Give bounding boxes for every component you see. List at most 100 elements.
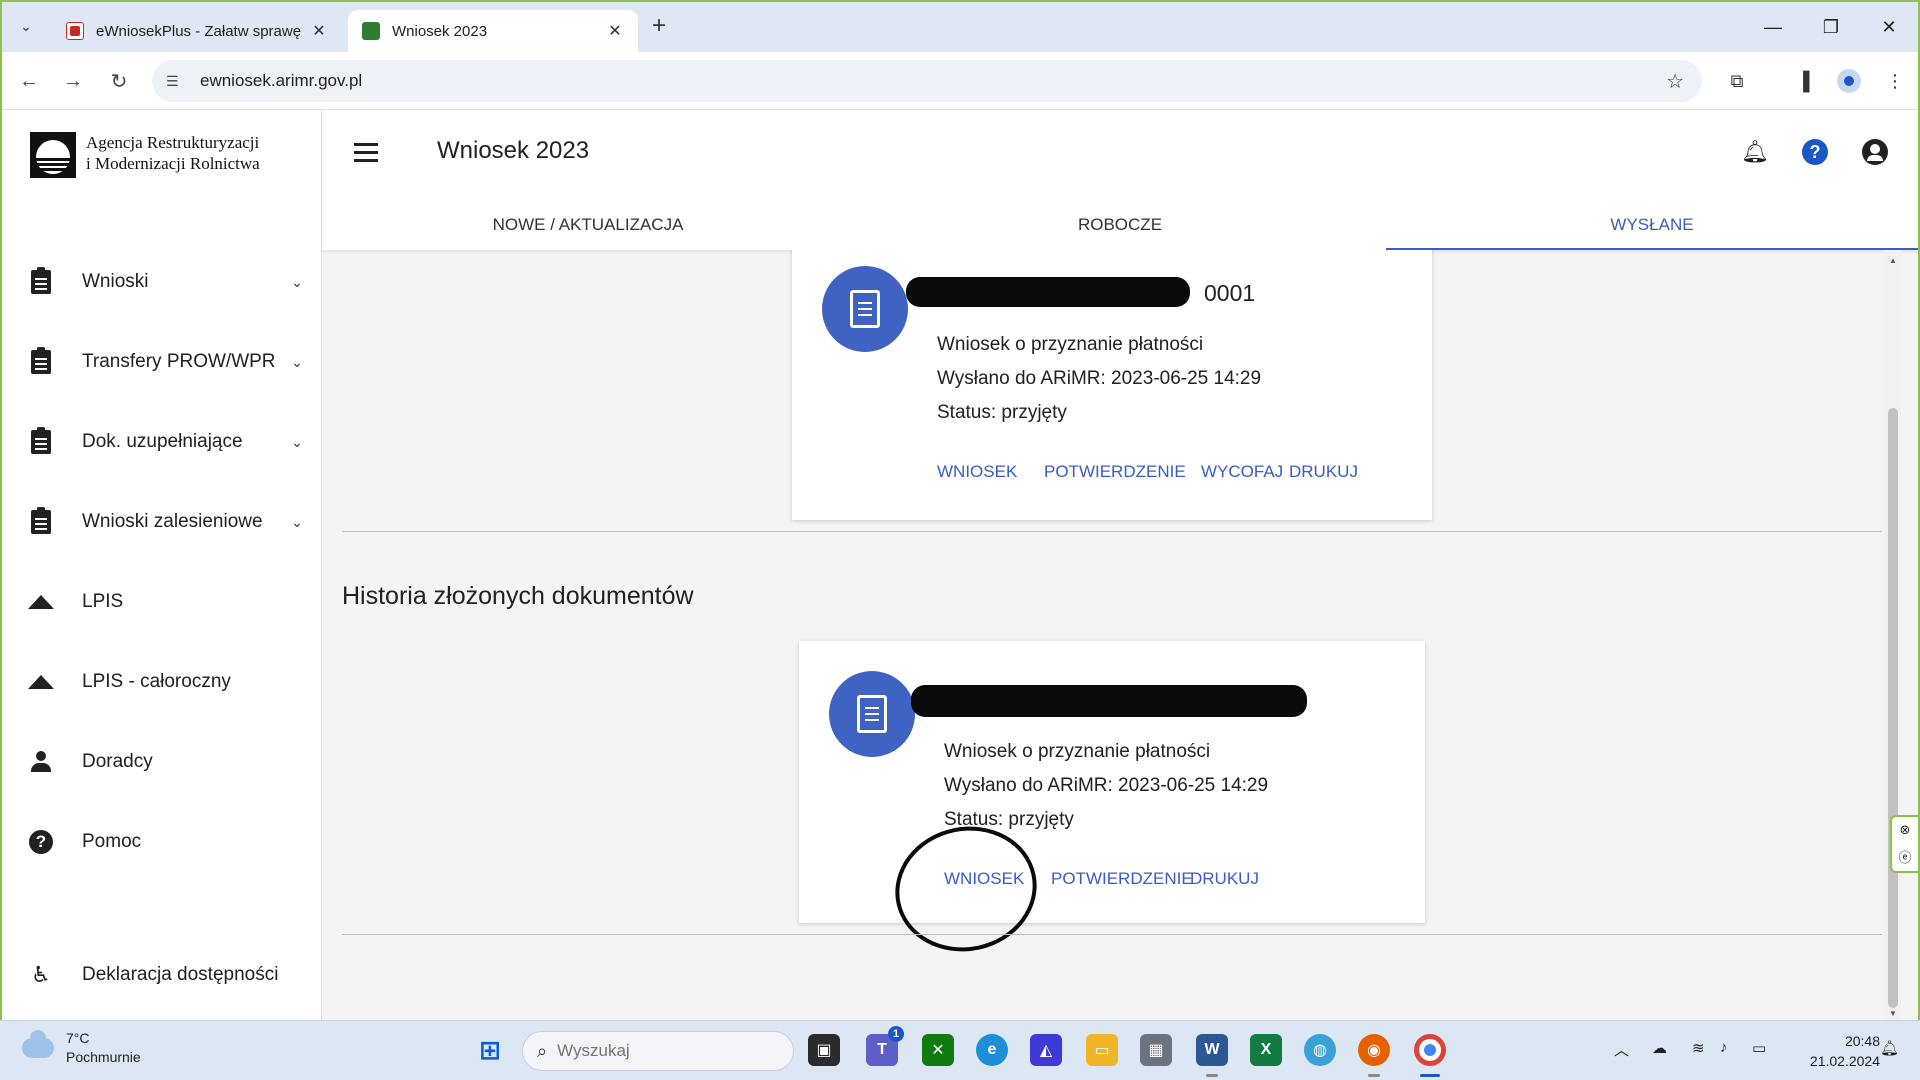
start-button[interactable]: ⊞ <box>474 1034 506 1066</box>
scrollbar-thumb[interactable] <box>1888 408 1898 1008</box>
minimize-button[interactable]: — <box>1744 2 1802 52</box>
browser-tab-wniosek[interactable]: Wniosek 2023 ✕ <box>348 10 638 52</box>
bookmark-star-icon[interactable]: ☆ <box>1666 69 1684 94</box>
help-button[interactable]: ? <box>1800 137 1830 167</box>
system-clock[interactable]: 20:48 21.02.2024 <box>1810 1031 1880 1071</box>
speaker-icon: ♪ <box>1720 1039 1728 1056</box>
account-circle-icon <box>1862 139 1888 165</box>
floating-side-widget[interactable]: ⊗ ⓔ <box>1890 815 1918 873</box>
sidebar-item-wnioski[interactable]: Wnioski ⌄ <box>2 250 321 314</box>
running-indicator <box>1206 1074 1218 1077</box>
wycofaj-button[interactable]: WYCOFAJ <box>1201 462 1283 482</box>
sidebar-item-dok-uzupelniajace[interactable]: Dok. uzupełniające ⌄ <box>2 410 321 474</box>
arimr-favicon-icon <box>362 22 380 40</box>
xbox-button[interactable]: ✕ <box>922 1034 954 1066</box>
mountain-icon <box>28 669 54 695</box>
sent-date: Wysłano do ARiMR: 2023-06-25 14:29 <box>937 368 1262 389</box>
app-header: Wniosek 2023 🔔︎ ? NOWE / AKTUALIZACJA RO… <box>322 110 1918 250</box>
sidebar-item-wnioski-zalesieniowe[interactable]: Wnioski zalesieniowe ⌄ <box>2 490 321 554</box>
excel-icon: X <box>1260 1041 1272 1058</box>
drukuj-button[interactable]: DRUKUJ <box>1190 869 1259 889</box>
close-circle-icon[interactable]: ⊗ <box>1900 822 1911 838</box>
mountain-icon <box>28 589 54 615</box>
hand-drawn-circle-annotation <box>883 813 1049 965</box>
maps-button[interactable]: ◍ <box>1304 1034 1336 1066</box>
excel-button[interactable]: X <box>1250 1034 1282 1066</box>
weather-description: Pochmurnie <box>66 1049 141 1065</box>
wniosek-button[interactable]: WNIOSEK <box>937 462 1017 482</box>
edge-button[interactable]: e <box>976 1034 1008 1066</box>
potwierdzenie-button[interactable]: POTWIERDZENIE <box>1044 462 1186 482</box>
reload-button[interactable]: ↻ <box>106 68 132 94</box>
sidebar-item-label: Wnioski zalesieniowe <box>82 511 263 532</box>
notifications-center-button[interactable]: 🔔︎ <box>1880 1039 1899 1057</box>
sidebar-item-pomoc[interactable]: ? Pomoc <box>2 810 321 874</box>
address-bar[interactable]: ☰ ewniosek.arimr.gov.pl ☆ <box>152 60 1702 102</box>
teams-icon: T <box>877 1041 887 1058</box>
firefox-button[interactable]: ◉ <box>1358 1034 1390 1066</box>
tab-wyslane[interactable]: WYSŁANE <box>1386 202 1918 250</box>
tab-title: Wniosek 2023 <box>392 22 488 40</box>
edge-e-icon[interactable]: ⓔ <box>1898 847 1911 866</box>
sidebar-item-lpis[interactable]: LPIS <box>2 570 321 634</box>
close-window-button[interactable]: ✕ <box>1860 2 1918 52</box>
potwierdzenie-button[interactable]: POTWIERDZENIE <box>1051 869 1193 889</box>
word-button[interactable]: W <box>1196 1034 1228 1066</box>
extensions-button[interactable]: ⧉ <box>1724 68 1750 94</box>
onedrive-button[interactable]: ☁ <box>1652 1039 1667 1057</box>
drukuj-button[interactable]: DRUKUJ <box>1289 462 1358 482</box>
site-info-icon[interactable]: ☰ <box>166 73 192 90</box>
scroll-down-icon[interactable]: ▼ <box>1889 1009 1897 1018</box>
folder-icon: ▭ <box>1094 1042 1110 1059</box>
sidebar-item-lpis-caloroczny[interactable]: LPIS - całoroczny <box>2 650 321 714</box>
sidebar-item-label: LPIS - całoroczny <box>82 671 231 692</box>
wifi-button[interactable]: ≋ <box>1692 1039 1705 1057</box>
sent-date: Wysłano do ARiMR: 2023-06-25 14:29 <box>944 775 1269 796</box>
arimr-logo[interactable]: Agencja Restrukturyzacji i Modernizacji … <box>30 132 260 178</box>
sidebar-item-transfery[interactable]: Transfery PROW/WPR ⌄ <box>2 330 321 394</box>
menu-toggle-button[interactable] <box>354 140 378 164</box>
taskbar-search[interactable]: ⌕ <box>522 1031 794 1071</box>
notifications-button[interactable]: 🔔︎ <box>1740 137 1770 167</box>
close-icon[interactable]: ✕ <box>310 21 328 41</box>
forward-button[interactable]: → <box>60 68 86 94</box>
account-button[interactable] <box>1860 137 1890 167</box>
volume-button[interactable]: ♪ <box>1720 1039 1728 1056</box>
restore-button[interactable]: ❐ <box>1802 2 1860 52</box>
teams-button[interactable]: T 1 <box>866 1026 904 1066</box>
redaction-mark <box>906 277 1190 307</box>
app-button[interactable]: ◭ <box>1030 1034 1062 1066</box>
close-icon: ✕ <box>1881 16 1897 37</box>
browser-tab-ewniosekplus[interactable]: eWniosekPlus - Załatw sprawę ✕ <box>52 10 342 52</box>
tab-robocze[interactable]: ROBOCZE <box>854 202 1386 250</box>
sidebar-item-label: Transfery PROW/WPR <box>82 351 276 372</box>
back-button[interactable]: ← <box>16 68 42 94</box>
cloud-icon <box>22 1030 54 1058</box>
browser-menu-button[interactable]: ⋮ <box>1882 68 1908 94</box>
weather-widget[interactable]: 7°C Pochmurnie <box>22 1029 141 1067</box>
person-icon <box>28 749 54 775</box>
battery-button[interactable]: ▭ <box>1752 1039 1766 1057</box>
calculator-button[interactable]: ▦ <box>1140 1034 1172 1066</box>
file-explorer-button[interactable]: ▭ <box>1086 1034 1118 1066</box>
sidebar-item-deklaracja-dostepnosci[interactable]: ♿ Deklaracja dostępności <box>2 943 321 1007</box>
scroll-up-icon[interactable]: ▲ <box>1889 256 1897 265</box>
document-list-icon <box>857 695 887 733</box>
task-view-icon: ▣ <box>816 1042 832 1059</box>
word-icon: W <box>1204 1041 1220 1058</box>
task-view-button[interactable]: ▣ <box>808 1034 840 1066</box>
page-scrollbar[interactable]: ▲ ▼ <box>1884 250 1902 1020</box>
close-icon[interactable]: ✕ <box>606 21 624 41</box>
app-icon: ◭ <box>1039 1042 1053 1059</box>
taskbar-search-input[interactable] <box>557 1041 728 1061</box>
side-panel-button[interactable]: ▐ <box>1790 68 1816 94</box>
tab-nowe-aktualizacja[interactable]: NOWE / AKTUALIZACJA <box>322 202 854 250</box>
tray-overflow-button[interactable]: ︿ <box>1614 1039 1629 1060</box>
arimr-logo-mark-icon <box>30 132 76 178</box>
sidebar-item-doradcy[interactable]: Doradcy <box>2 730 321 794</box>
chrome-button[interactable] <box>1414 1034 1446 1066</box>
more-vert-icon: ⋮ <box>1886 70 1904 91</box>
new-tab-button[interactable]: + <box>652 14 666 38</box>
tab-search-button[interactable]: ⌄ <box>14 14 38 38</box>
profile-button[interactable] <box>1836 68 1862 94</box>
